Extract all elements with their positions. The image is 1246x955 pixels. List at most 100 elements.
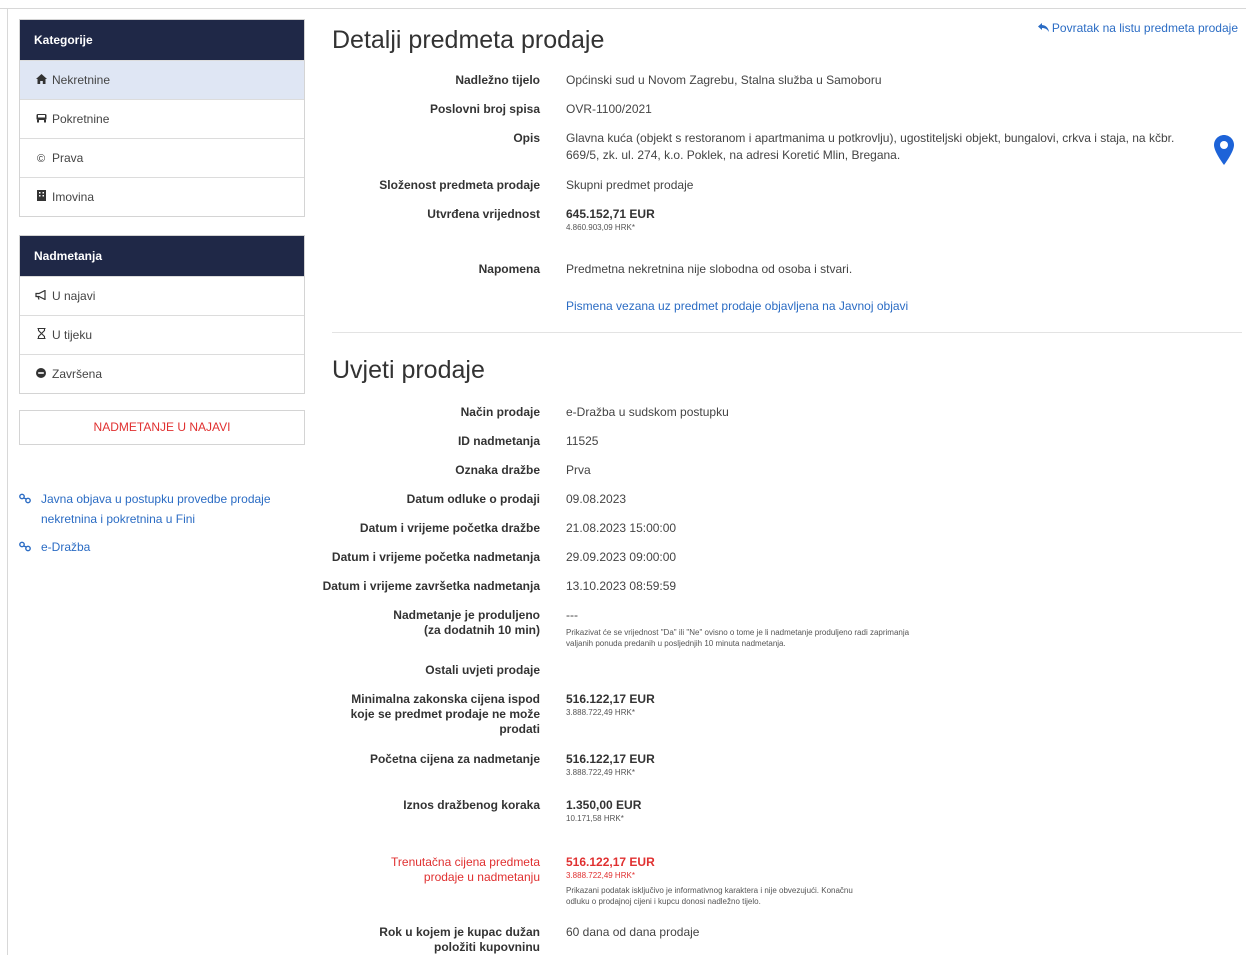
condition-row-pocetak-nadmetanja: Datum i vrijeme početka nadmetanja 29.09… bbox=[318, 550, 1242, 565]
window-left-border bbox=[7, 8, 8, 955]
produljeno-note: Prikazivat će se vrijednost "Da" ili "Ne… bbox=[566, 628, 910, 648]
megaphone-icon bbox=[34, 278, 48, 316]
sidebar-item-imovina[interactable]: Imovina bbox=[20, 177, 304, 216]
categories-title: Kategorije bbox=[20, 20, 304, 60]
field-value-empty bbox=[566, 663, 1176, 678]
value-eur: 516.122,17 EUR bbox=[566, 692, 655, 706]
sidebar-item-label: U najavi bbox=[52, 289, 96, 303]
car-icon bbox=[34, 101, 48, 139]
home-icon bbox=[34, 62, 48, 100]
field-label: Početna cijena za nadmetanje bbox=[369, 752, 540, 766]
detail-row-nadlezno: Nadležno tijelo Općinski sud u Novom Zag… bbox=[318, 73, 1242, 88]
details-section: Nadležno tijelo Općinski sud u Novom Zag… bbox=[318, 73, 1242, 314]
field-value: 645.152,71 EUR 4.860.903,09 HRK* bbox=[566, 207, 1176, 233]
sidebar-item-pokretnine[interactable]: Pokretnine bbox=[20, 99, 304, 138]
trenutna-note: Prikazani podatak isključivo je informat… bbox=[566, 886, 853, 906]
field-value: Predmetna nekretnina nije slobodna od os… bbox=[566, 262, 853, 276]
field-value: 09.08.2023 bbox=[566, 492, 627, 506]
back-link-label: Povratak na listu predmeta prodaje bbox=[1051, 21, 1238, 35]
javna-objava-link[interactable]: Javna objava u postupku provedbe prodaje… bbox=[19, 489, 305, 529]
field-value: Skupni predmet prodaje bbox=[566, 178, 694, 192]
value-eur: 645.152,71 EUR bbox=[566, 207, 655, 221]
field-value: 21.08.2023 15:00:00 bbox=[566, 521, 677, 535]
hourglass-icon bbox=[34, 317, 48, 355]
detail-row-napomena: Napomena Predmetna nekretnina nije slobo… bbox=[318, 262, 1242, 277]
condition-row-id: ID nadmetanja 11525 bbox=[318, 434, 1242, 449]
link-label: e-Dražba bbox=[41, 540, 91, 554]
sidebar-item-nekretnine[interactable]: Nekretnine bbox=[20, 60, 304, 99]
sidebar-item-label: Nekretnine bbox=[52, 73, 111, 87]
condition-row-rok: Rok u kojem je kupac dužan položiti kupo… bbox=[318, 925, 1242, 955]
sidebar-item-zavrsena[interactable]: Završena bbox=[20, 354, 304, 393]
field-label: Način prodaje bbox=[460, 405, 540, 419]
condition-row-pocetna: Početna cijena za nadmetanje 516.122,17 … bbox=[318, 752, 1242, 778]
field-label-empty bbox=[318, 299, 540, 314]
sidebar-item-label: U tijeku bbox=[52, 328, 93, 342]
field-value: Glavna kuća (objekt s restoranom i apart… bbox=[566, 131, 1175, 162]
back-to-list-link[interactable]: Povratak na listu predmeta prodaje bbox=[1037, 21, 1238, 35]
field-value: Općinski sud u Novom Zagrebu, Stalna slu… bbox=[566, 73, 882, 87]
reply-arrow-icon bbox=[1037, 21, 1052, 35]
sidebar-item-u-tijeku[interactable]: U tijeku bbox=[20, 315, 304, 354]
field-label: Rok u kojem je kupac dužan položiti kupo… bbox=[379, 925, 540, 954]
auctions-panel: Nadmetanja U najavi U tijeku Završena bbox=[19, 235, 305, 394]
sidebar-item-u-najavi[interactable]: U najavi bbox=[20, 276, 304, 315]
condition-row-odluka: Datum odluke o prodaji 09.08.2023 bbox=[318, 492, 1242, 507]
field-label: Datum i vrijeme početka dražbe bbox=[359, 521, 540, 535]
external-links: Javna objava u postupku provedbe prodaje… bbox=[19, 489, 305, 557]
pismena-link[interactable]: Pismena vezana uz predmet prodaje objavl… bbox=[566, 299, 908, 313]
condition-row-minimalna: Minimalna zakonska cijena ispod koje se … bbox=[318, 692, 1242, 737]
auctions-title: Nadmetanja bbox=[20, 236, 304, 276]
value-hrk: 3.888.722,49 HRK* bbox=[566, 871, 635, 880]
condition-row-zavrsetak: Datum i vrijeme završetka nadmetanja 13.… bbox=[318, 579, 1242, 594]
window-top-border bbox=[0, 0, 1246, 9]
link-icon bbox=[19, 490, 31, 510]
detail-row-broj-spisa: Poslovni broj spisa OVR-1100/2021 bbox=[318, 102, 1242, 117]
field-value: 29.09.2023 09:00:00 bbox=[566, 550, 677, 564]
detail-row-slozenost: Složenost predmeta prodaje Skupni predme… bbox=[318, 178, 1242, 193]
value-hrk: 3.888.722,49 HRK* bbox=[566, 708, 635, 717]
field-label: Datum i vrijeme završetka nadmetanja bbox=[322, 579, 540, 593]
field-label: Nadležno tijelo bbox=[455, 73, 540, 87]
sidebar: Kategorije Nekretnine Pokretnine © Prava … bbox=[19, 19, 305, 565]
detail-row-vrijednost: Utvrđena vrijednost 645.152,71 EUR 4.860… bbox=[318, 207, 1242, 233]
sidebar-item-label: Imovina bbox=[52, 190, 95, 204]
map-pin-icon[interactable] bbox=[1214, 135, 1234, 168]
sidebar-item-prava[interactable]: © Prava bbox=[20, 138, 304, 177]
field-value: OVR-1100/2021 bbox=[566, 102, 652, 116]
sidebar-item-label: Pokretnine bbox=[52, 112, 110, 126]
field-label: Trenutačna cijena predmeta prodaje u nad… bbox=[391, 855, 540, 884]
produljeno-value: --- bbox=[566, 608, 578, 622]
field-label: Datum i vrijeme početka nadmetanja bbox=[331, 550, 540, 564]
sidebar-item-label: Završena bbox=[52, 367, 103, 381]
sidebar-item-label: Prava bbox=[52, 151, 84, 165]
field-label: Minimalna zakonska cijena ispod koje se … bbox=[350, 692, 540, 736]
value-hrk: 10.171,58 HRK* bbox=[566, 814, 624, 823]
field-value: Pismena vezana uz predmet prodaje objavl… bbox=[566, 299, 1176, 314]
field-label: Oznaka dražbe bbox=[455, 463, 540, 477]
field-label: Ostali uvjeti prodaje bbox=[425, 663, 540, 677]
condition-row-ostali: Ostali uvjeti prodaje bbox=[318, 663, 1242, 678]
copyright-icon: © bbox=[36, 153, 46, 165]
value-eur: 1.350,00 EUR bbox=[566, 798, 642, 812]
link-label: Javna objava u postupku provedbe prodaje… bbox=[41, 492, 271, 526]
main-content: Povratak na listu predmeta prodaje Detal… bbox=[318, 19, 1242, 955]
field-value: Prva bbox=[566, 463, 591, 477]
field-label: Nadmetanje je produljeno (za dodatnih 10… bbox=[393, 608, 540, 637]
section-divider bbox=[332, 332, 1242, 333]
conditions-title: Uvjeti prodaje bbox=[332, 356, 485, 384]
condition-row-oznaka: Oznaka dražbe Prva bbox=[318, 463, 1242, 478]
field-value: e-Dražba u sudskom postupku bbox=[566, 405, 729, 419]
field-label: Poslovni broj spisa bbox=[429, 102, 540, 116]
conditions-section: Način prodaje e-Dražba u sudskom postupk… bbox=[318, 405, 1242, 955]
condition-row-pocetak-drazbe: Datum i vrijeme početka dražbe 21.08.202… bbox=[318, 521, 1242, 536]
detail-row-opis: Opis Glavna kuća (objekt s restoranom i … bbox=[318, 131, 1242, 164]
value-hrk: 3.888.722,49 HRK* bbox=[566, 768, 635, 777]
field-value: 516.122,17 EUR 3.888.722,49 HRK* Prikaza… bbox=[566, 855, 1176, 907]
field-label: Napomena bbox=[478, 262, 540, 276]
value-hrk: 4.860.903,09 HRK* bbox=[566, 223, 635, 232]
link-icon bbox=[19, 538, 31, 558]
field-label: Datum odluke o prodaji bbox=[406, 492, 540, 506]
e-drazba-link[interactable]: e-Dražba bbox=[19, 537, 305, 557]
auction-status-button[interactable]: NADMETANJE U NAJAVI bbox=[19, 410, 305, 445]
